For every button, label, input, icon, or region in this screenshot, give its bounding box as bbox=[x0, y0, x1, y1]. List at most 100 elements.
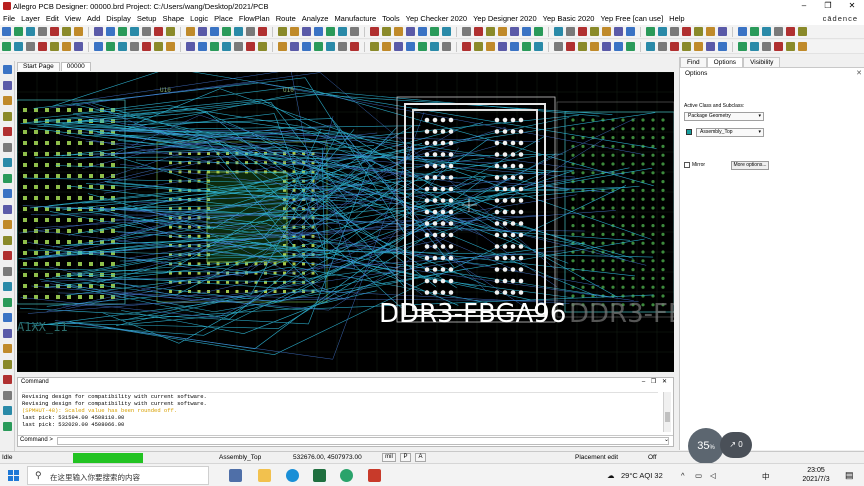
grid-icon[interactable] bbox=[234, 42, 243, 51]
zoom-out-icon[interactable] bbox=[762, 42, 771, 51]
undo-icon[interactable] bbox=[718, 42, 727, 51]
zoom-in-icon[interactable] bbox=[234, 27, 243, 36]
layer-icon[interactable] bbox=[614, 42, 623, 51]
zoom-in-icon[interactable] bbox=[786, 27, 795, 36]
zoom-out-icon[interactable] bbox=[394, 42, 403, 51]
zoom-fit-icon[interactable] bbox=[774, 42, 783, 51]
zoom-fit-icon[interactable] bbox=[38, 42, 47, 51]
menu-view[interactable]: View bbox=[62, 14, 84, 23]
menu-place[interactable]: Place bbox=[211, 14, 236, 23]
menu-help[interactable]: Help bbox=[666, 14, 687, 23]
open-icon[interactable] bbox=[186, 27, 195, 36]
open-icon[interactable] bbox=[2, 27, 11, 36]
grid-icon[interactable] bbox=[646, 27, 655, 36]
redo-icon[interactable] bbox=[3, 328, 12, 338]
measure-icon[interactable] bbox=[706, 27, 715, 36]
drc-icon[interactable] bbox=[534, 27, 543, 36]
minimize-button[interactable]: – bbox=[792, 0, 816, 12]
zoom-out-icon[interactable] bbox=[3, 359, 12, 369]
zoom-fit-icon[interactable] bbox=[3, 375, 12, 384]
zoom-fit-icon[interactable] bbox=[590, 42, 599, 51]
via-icon[interactable] bbox=[130, 27, 139, 36]
layer-icon[interactable] bbox=[798, 42, 807, 51]
layer-icon[interactable] bbox=[62, 42, 71, 51]
grid-icon[interactable] bbox=[418, 42, 427, 51]
menu-yep-designer[interactable]: Yep Designer 2020 bbox=[470, 14, 540, 23]
undo-icon[interactable] bbox=[578, 27, 587, 36]
menu-yep-basic[interactable]: Yep Basic 2020 bbox=[540, 14, 598, 23]
zoom-in-icon[interactable] bbox=[750, 42, 759, 51]
grid-icon[interactable] bbox=[94, 27, 103, 36]
measure-icon[interactable] bbox=[522, 27, 531, 36]
save-icon[interactable] bbox=[154, 42, 163, 51]
redo-icon[interactable] bbox=[738, 42, 747, 51]
menu-route[interactable]: Route bbox=[273, 14, 299, 23]
measure-icon[interactable] bbox=[3, 251, 12, 260]
task-view-icon[interactable] bbox=[229, 469, 242, 482]
maximize-button[interactable]: ❐ bbox=[816, 0, 840, 12]
pcb-board-drawing[interactable]: U10 U10 A1XX_11 DDR3-FBGA96 DDR3-FBG bbox=[17, 72, 674, 372]
wechat-icon[interactable] bbox=[340, 469, 353, 482]
pcb-canvas[interactable]: U10 U10 A1XX_11 DDR3-FBGA96 DDR3-FBG bbox=[17, 72, 674, 372]
undo-icon[interactable] bbox=[534, 42, 543, 51]
redo-icon[interactable] bbox=[2, 42, 11, 51]
zoom-in-icon[interactable] bbox=[566, 42, 575, 51]
grid-icon[interactable] bbox=[278, 27, 287, 36]
layer-icon[interactable] bbox=[3, 406, 12, 415]
drc-icon[interactable] bbox=[130, 42, 139, 51]
grid-icon[interactable] bbox=[462, 27, 471, 36]
shape-icon[interactable] bbox=[510, 27, 519, 36]
via-icon[interactable] bbox=[682, 27, 691, 36]
cpu-usage-widget[interactable]: 35% bbox=[688, 428, 724, 464]
redo-icon[interactable] bbox=[590, 27, 599, 36]
ime-indicator[interactable]: 中 bbox=[762, 471, 770, 482]
zoom-in-icon[interactable] bbox=[14, 42, 23, 51]
taskbar-search-input[interactable]: ⚲ 在这里输入你要搜索的内容 bbox=[27, 466, 209, 485]
via-icon[interactable] bbox=[94, 42, 103, 51]
redo-icon[interactable] bbox=[222, 27, 231, 36]
zoom-out-icon[interactable] bbox=[614, 27, 623, 36]
zoom-out-icon[interactable] bbox=[798, 27, 807, 36]
save-icon[interactable] bbox=[338, 42, 347, 51]
via-icon[interactable] bbox=[498, 27, 507, 36]
tab-find[interactable]: Find bbox=[680, 57, 707, 67]
a-button[interactable]: A bbox=[415, 453, 426, 462]
layer-icon[interactable] bbox=[106, 27, 115, 36]
zoom-out-icon[interactable] bbox=[62, 27, 71, 36]
layer-icon[interactable] bbox=[3, 189, 12, 198]
route-icon[interactable] bbox=[442, 42, 451, 51]
redo-icon[interactable] bbox=[38, 27, 47, 36]
zoom-in-icon[interactable] bbox=[382, 42, 391, 51]
route-icon[interactable] bbox=[626, 42, 635, 51]
via-icon[interactable] bbox=[278, 42, 287, 51]
zoom-in-icon[interactable] bbox=[3, 344, 12, 353]
tab-start-page[interactable]: Start Page bbox=[17, 62, 60, 71]
taskbar-clock[interactable]: 23:05 2021/7/3 bbox=[796, 466, 836, 484]
allegro-taskbar-icon[interactable] bbox=[368, 469, 381, 482]
save-icon[interactable] bbox=[382, 27, 391, 36]
edge-browser-icon[interactable] bbox=[286, 469, 299, 482]
redo-icon[interactable] bbox=[3, 111, 12, 121]
zoom-in-icon[interactable] bbox=[50, 27, 59, 36]
undo-icon[interactable] bbox=[3, 313, 12, 322]
menu-add[interactable]: Add bbox=[84, 14, 103, 23]
menu-logic[interactable]: Logic bbox=[187, 14, 211, 23]
p-button[interactable]: P bbox=[400, 453, 411, 462]
open-icon[interactable] bbox=[326, 42, 335, 51]
zoom-in-icon[interactable] bbox=[418, 27, 427, 36]
excel-icon[interactable] bbox=[313, 469, 326, 482]
menu-shape[interactable]: Shape bbox=[159, 14, 187, 23]
open-icon[interactable] bbox=[3, 282, 12, 291]
shape-icon[interactable] bbox=[3, 235, 12, 245]
measure-icon[interactable] bbox=[302, 42, 311, 51]
open-icon[interactable] bbox=[554, 27, 563, 36]
save-icon[interactable] bbox=[3, 297, 12, 307]
shape-icon[interactable] bbox=[658, 42, 667, 51]
layer-icon[interactable] bbox=[246, 42, 255, 51]
save-icon[interactable] bbox=[198, 27, 207, 36]
measure-icon[interactable] bbox=[154, 27, 163, 36]
redo-icon[interactable] bbox=[774, 27, 783, 36]
weather-text[interactable]: 29°C AQI 32 bbox=[621, 471, 663, 480]
grid-icon[interactable] bbox=[602, 42, 611, 51]
scrollbar-thumb[interactable] bbox=[665, 412, 670, 422]
